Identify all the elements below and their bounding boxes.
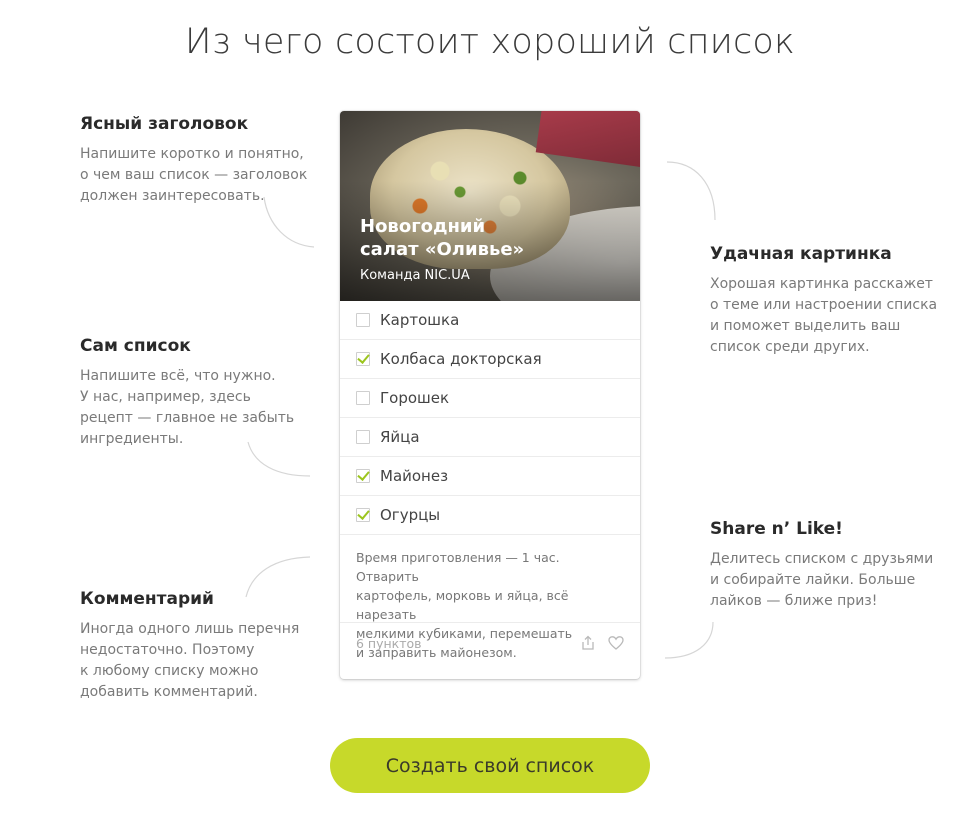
list-item[interactable]: Картошка — [340, 301, 640, 340]
list-item[interactable]: Майонез — [340, 457, 640, 496]
list-item[interactable]: Огурцы — [340, 496, 640, 535]
feature-text: Хорошая картинка расскажет о теме или на… — [710, 276, 938, 355]
feature-heading: Удачная картинка — [710, 244, 892, 264]
share-icon[interactable] — [580, 635, 596, 651]
heart-icon[interactable] — [608, 635, 624, 651]
feature-heading: Share n’ Like! — [710, 519, 843, 539]
checkbox[interactable] — [356, 391, 370, 405]
checklist: Картошка Колбаса докторская Горошек Яйца… — [340, 301, 640, 535]
connector-curve — [263, 196, 315, 248]
list-item-label: Огурцы — [380, 506, 441, 524]
list-item[interactable]: Колбаса докторская — [340, 340, 640, 379]
card-comment: Время приготовления — 1 час. Отварить ка… — [340, 535, 640, 660]
feature-share-like: Share n’ Like! Делитесь списком с друзья… — [710, 519, 950, 612]
connector-curve — [666, 161, 716, 221]
feature-text: Делитесь списком с друзьями и собирайте … — [710, 551, 934, 609]
list-card-preview: Новогодний салат «Оливье» Команда NIC.UA… — [340, 111, 640, 679]
list-item-label: Колбаса докторская — [380, 350, 542, 368]
card-cover-image: Новогодний салат «Оливье» Команда NIC.UA — [340, 111, 640, 301]
connector-curve — [664, 621, 714, 659]
page-title: Из чего состоит хороший список — [184, 22, 795, 62]
list-item-label: Майонез — [380, 467, 449, 485]
feature-text: Иногда одного лишь перечня недостаточно.… — [80, 621, 300, 700]
checkbox[interactable] — [356, 469, 370, 483]
card-author: Команда NIC.UA — [360, 268, 470, 283]
connector-curve — [247, 441, 311, 477]
list-item-label: Картошка — [380, 311, 460, 329]
feature-heading: Ясный заголовок — [80, 114, 249, 134]
feature-text: Напишите всё, что нужно. У нас, например… — [80, 368, 295, 447]
feature-heading: Сам список — [80, 336, 191, 356]
list-item[interactable]: Горошек — [340, 379, 640, 418]
feature-comment: Комментарий Иногда одного лишь перечня н… — [80, 589, 320, 703]
connector-curve — [245, 556, 311, 598]
checkbox[interactable] — [356, 508, 370, 522]
list-item[interactable]: Яйца — [340, 418, 640, 457]
create-list-button[interactable]: Создать свой список — [330, 738, 650, 793]
feature-list-itself: Сам список Напишите всё, что нужно. У на… — [80, 336, 320, 450]
feature-clear-title: Ясный заголовок Напишите коротко и понят… — [80, 114, 320, 207]
checkbox[interactable] — [356, 313, 370, 327]
card-title: Новогодний салат «Оливье» — [360, 216, 525, 260]
checkbox[interactable] — [356, 430, 370, 444]
list-item-label: Яйца — [380, 428, 420, 446]
checkbox[interactable] — [356, 352, 370, 366]
list-item-label: Горошек — [380, 389, 450, 407]
item-count: 6 пунктов — [356, 635, 422, 651]
feature-good-image: Удачная картинка Хорошая картинка расска… — [710, 244, 950, 358]
